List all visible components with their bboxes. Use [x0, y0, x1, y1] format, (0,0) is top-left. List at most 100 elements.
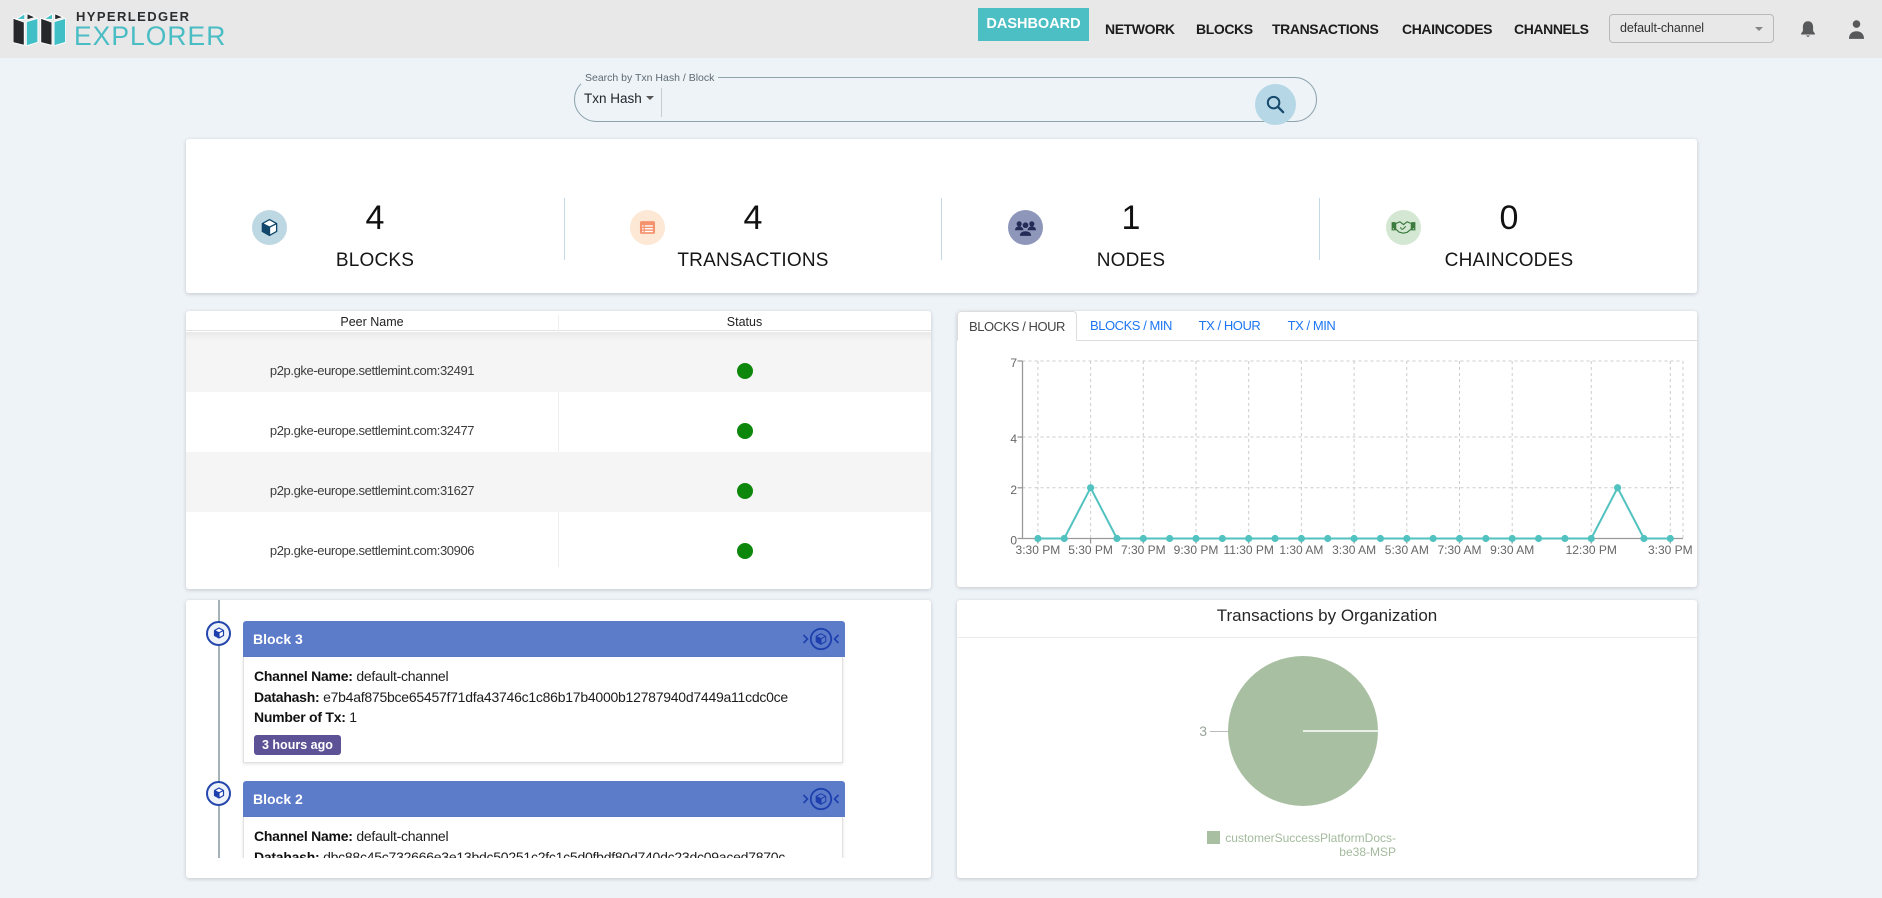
peer-name: p2p.gke-europe.settlemint.com:30906 [269, 543, 475, 558]
block-num-tx: 1 [349, 709, 357, 725]
svg-text:4: 4 [1010, 432, 1017, 446]
svg-text:3:30 AM: 3:30 AM [1332, 543, 1376, 557]
svg-text:2: 2 [1010, 483, 1017, 497]
block-card-3[interactable]: Block 3 Channel Name: default-channel Da… [243, 621, 845, 763]
svg-text:12:30 PM: 12:30 PM [1566, 543, 1617, 557]
search-label: Search by Txn Hash / Block [581, 71, 719, 84]
stat-divider [564, 198, 565, 260]
block-channel-name: default-channel [356, 668, 449, 684]
chaincodes-count: 0 [1499, 199, 1519, 237]
block-3-header: Block 3 [243, 621, 845, 657]
svg-text:7:30 PM: 7:30 PM [1121, 543, 1166, 557]
svg-text:11:30 PM: 11:30 PM [1223, 543, 1273, 557]
stat-divider [1319, 198, 1320, 260]
svg-text:5:30 AM: 5:30 AM [1385, 543, 1429, 557]
nav-chaincodes[interactable]: CHAINCODES [1402, 0, 1493, 58]
metrics-chart-panel: BLOCKS / HOUR BLOCKS / MIN TX / HOUR TX … [957, 311, 1697, 587]
block-title: Block 2 [253, 791, 303, 807]
cube-icon [213, 787, 224, 799]
channel-select[interactable]: default-channel [1609, 14, 1774, 43]
tx-by-org-panel: Transactions by Organization 3 customerS… [957, 600, 1697, 878]
tab-blocks-per-min[interactable]: BLOCKS / MIN [1077, 311, 1185, 341]
svg-text:3:30 PM: 3:30 PM [1648, 543, 1693, 557]
navbar: HYPERLEDGER EXPLORER DASHBOARD NETWORK B… [0, 0, 1882, 58]
svg-text:1:30 AM: 1:30 AM [1279, 543, 1323, 557]
svg-text:5:30 PM: 5:30 PM [1068, 543, 1113, 557]
search-button[interactable] [1255, 84, 1296, 125]
block-card-2[interactable]: Block 2 Channel Name: default-channel Da… [243, 781, 845, 858]
svg-text:9:30 PM: 9:30 PM [1174, 543, 1219, 557]
block-datahash: dbc88c45c732666e3e13bdc50251c2fc1c5d0fbd… [323, 848, 786, 859]
channel-select-value: default-channel [1620, 21, 1704, 35]
stat-divider [941, 198, 942, 260]
field-label: Number of Tx: [254, 709, 346, 725]
blocks-timeline-clip: Block 3 Channel Name: default-channel Da… [186, 600, 931, 858]
svg-text:3:30 PM: 3:30 PM [1016, 543, 1061, 557]
svg-text:7: 7 [1010, 356, 1017, 370]
tab-tx-per-hour[interactable]: TX / HOUR [1185, 311, 1274, 341]
chaincodes-stat-label: CHAINCODES [1444, 250, 1574, 271]
page: HYPERLEDGER EXPLORER DASHBOARD NETWORK B… [0, 0, 1882, 898]
tx-by-org-pie-chart: 3 [1199, 656, 1378, 806]
peer-row[interactable]: p2p.gke-europe.settlemint.com:32491 [186, 332, 931, 392]
notifications-bell-icon[interactable] [1799, 19, 1817, 40]
svg-text:3: 3 [1199, 723, 1207, 739]
cube-icon [213, 627, 224, 639]
block-2-body: Channel Name: default-channel Datahash: … [243, 817, 843, 858]
block-age-badge: 3 hours ago [254, 734, 341, 755]
peer-name: p2p.gke-europe.settlemint.com:32477 [269, 423, 475, 438]
nav-dashboard[interactable]: DASHBOARD [978, 8, 1089, 41]
blocks-per-hour-line-chart: 02473:30 PM 5:30 PM 7:30 PM 9:30 PM 11:30 PM… [1010, 356, 1693, 557]
nav-channels[interactable]: CHANNELS [1514, 0, 1589, 58]
peer-name: p2p.gke-europe.settlemint.com:32491 [269, 363, 475, 378]
chevron-down-icon[interactable] [646, 96, 654, 100]
peers-table-card: Peer Name Status p2p.gke-europe.settlemi… [186, 311, 931, 589]
legend-swatch [1207, 831, 1221, 844]
field-label: Channel Name: [254, 668, 353, 684]
pie-panel-title: Transactions by Organization [1216, 606, 1438, 625]
tab-blocks-per-hour[interactable]: BLOCKS / HOUR [957, 311, 1077, 341]
user-profile-icon[interactable] [1847, 18, 1866, 40]
peer-row[interactable]: p2p.gke-europe.settlemint.com:32477 [186, 392, 931, 452]
transactions-stat-label: TRANSACTIONS [677, 250, 829, 271]
status-column-header: Status [726, 315, 763, 329]
search-type-select[interactable]: Txn Hash [584, 91, 642, 106]
field-label: Datahash: [254, 848, 320, 859]
peer-name: p2p.gke-europe.settlemint.com:31627 [269, 483, 475, 498]
peer-row[interactable]: p2p.gke-europe.settlemint.com:30906 [186, 512, 931, 572]
block-3-body: Channel Name: default-channel Datahash: … [243, 657, 843, 763]
timeline-block-badge [206, 781, 231, 806]
peer-status-dot [737, 543, 753, 559]
block-title: Block 3 [253, 631, 303, 647]
pie-legend[interactable]: customerSuccessPlatformDocs- be38-MSP [1157, 831, 1396, 859]
peer-row[interactable]: p2p.gke-europe.settlemint.com:31627 [186, 452, 931, 512]
legend-label-line1: customerSuccessPlatformDocs- [1225, 831, 1396, 845]
peer-name-column-header: Peer Name [340, 315, 404, 329]
nodes-stat-label: NODES [1096, 250, 1166, 271]
field-label: Datahash: [254, 688, 320, 705]
stats-card: 4 BLOCKS 4 TRANSACTIONS 1 NODES 0 CHAINC… [186, 139, 1697, 293]
svg-text:9:30 AM: 9:30 AM [1490, 543, 1534, 557]
block-cube-expand-icon[interactable] [800, 787, 842, 811]
chevron-down-icon [1755, 27, 1763, 31]
peer-status-dot [737, 363, 753, 379]
blocks-stat-label: BLOCKS [335, 250, 415, 271]
search-icon [1266, 95, 1285, 114]
brand-explorer: EXPLORER [74, 21, 227, 51]
peer-status-dot [737, 483, 753, 499]
search-input[interactable] [672, 84, 1236, 118]
timeline-block-badge [206, 621, 231, 646]
nav-network[interactable]: NETWORK [1105, 0, 1175, 58]
nav-transactions[interactable]: TRANSACTIONS [1272, 0, 1379, 58]
field-label: Channel Name: [254, 828, 353, 844]
block-channel-name: default-channel [356, 828, 449, 844]
hyperledger-logo-icon [13, 13, 66, 46]
block-cube-expand-icon[interactable] [800, 627, 842, 651]
legend-label-line2: be38-MSP [1339, 845, 1396, 860]
tab-tx-per-min[interactable]: TX / MIN [1274, 311, 1349, 341]
blocks-count: 4 [365, 199, 385, 237]
block-datahash: e7b4af875bce65457f71dfa43746c1c86b17b400… [323, 688, 788, 705]
nav-blocks[interactable]: BLOCKS [1196, 0, 1253, 58]
transactions-count: 4 [743, 199, 763, 237]
peer-status-dot [737, 423, 753, 439]
